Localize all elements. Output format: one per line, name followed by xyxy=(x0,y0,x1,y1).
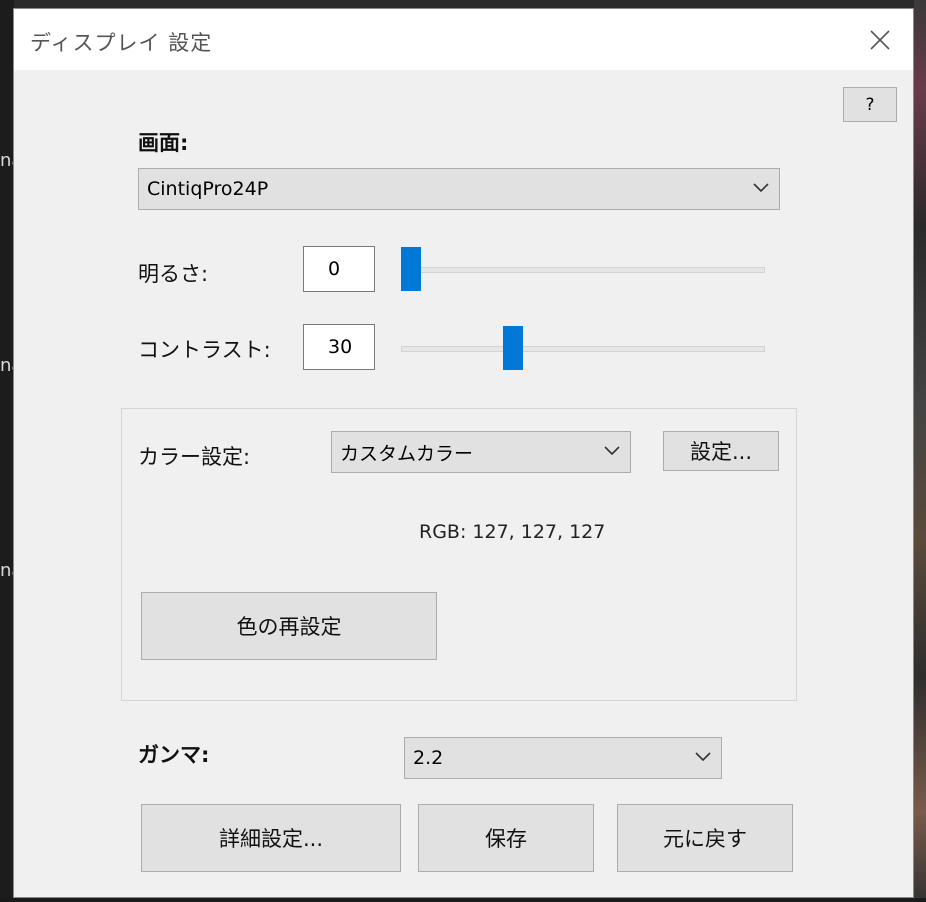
window-title: ディスプレイ 設定 xyxy=(30,31,213,55)
close-button[interactable] xyxy=(847,9,913,70)
screen-select-value: CintiqPro24P xyxy=(147,178,269,200)
display-settings-dialog: ディスプレイ 設定 ? 画面: CintiqPro24P 明るさ: 0 コントラ… xyxy=(13,8,914,898)
color-settings-button[interactable]: 設定... xyxy=(663,431,779,471)
chevron-down-icon xyxy=(604,446,620,456)
contrast-slider-track[interactable] xyxy=(401,346,765,352)
gamma-select-value: 2.2 xyxy=(413,747,444,769)
gamma-select[interactable]: 2.2 xyxy=(404,737,722,779)
desktop-background-left: na na na xyxy=(0,0,22,902)
brightness-label: 明るさ: xyxy=(138,262,209,286)
color-settings-select[interactable]: カスタムカラー xyxy=(331,431,631,473)
desktop-background-right xyxy=(914,0,926,902)
brightness-input[interactable]: 0 xyxy=(303,246,375,292)
color-reset-button[interactable]: 色の再設定 xyxy=(141,592,437,660)
screen-label: 画面: xyxy=(138,131,189,155)
save-button[interactable]: 保存 xyxy=(418,804,594,872)
chevron-down-icon xyxy=(695,752,711,762)
contrast-label: コントラスト: xyxy=(138,338,271,362)
desktop-background-bottom xyxy=(0,898,926,902)
gamma-label: ガンマ: xyxy=(138,743,210,767)
contrast-slider-thumb[interactable] xyxy=(503,326,523,370)
close-icon xyxy=(870,29,890,50)
brightness-slider-track[interactable] xyxy=(401,267,765,273)
contrast-input[interactable]: 30 xyxy=(303,324,375,370)
rgb-readout: RGB: 127, 127, 127 xyxy=(419,521,606,543)
brightness-slider-thumb[interactable] xyxy=(401,247,421,291)
advanced-settings-button[interactable]: 詳細設定... xyxy=(141,804,401,872)
revert-button[interactable]: 元に戻す xyxy=(617,804,793,872)
help-button[interactable]: ? xyxy=(843,87,897,122)
title-bar[interactable]: ディスプレイ 設定 xyxy=(14,9,913,70)
chevron-down-icon xyxy=(753,183,769,193)
color-settings-select-value: カスタムカラー xyxy=(340,442,474,465)
screen-select[interactable]: CintiqPro24P xyxy=(138,168,780,210)
color-settings-label: カラー設定: xyxy=(138,445,251,469)
